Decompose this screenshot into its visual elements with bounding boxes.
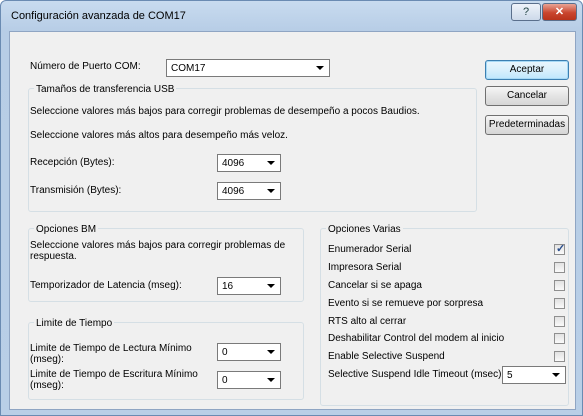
option-label-cancel-power-off: Cancelar si se apaga: [328, 280, 422, 291]
read-timeout-value: 0: [222, 347, 228, 358]
checkbox-serial-printer[interactable]: [554, 262, 565, 273]
write-timeout-label-unit: (mseg):: [30, 380, 64, 391]
dialog-window: Configuración avanzada de COM17 ? ✕ Núme…: [0, 0, 583, 416]
window-title: Configuración avanzada de COM17: [11, 10, 186, 22]
chevron-down-icon: [267, 378, 275, 382]
chevron-down-icon: [267, 350, 275, 354]
port-value: COM17: [171, 63, 206, 74]
chevron-down-icon: [267, 189, 275, 193]
defaults-button[interactable]: Predeterminadas: [485, 115, 569, 135]
bm-group-title: Opciones BM: [34, 224, 99, 235]
read-timeout-label: Limite de Tiempo de Lectura Mínimo: [30, 343, 192, 354]
close-icon: ✕: [554, 6, 565, 18]
checkbox-serial-enumerator[interactable]: ✓: [554, 243, 566, 255]
write-timeout-label: Limite de Tiempo de Escritura Mínimo: [30, 369, 198, 380]
help-button[interactable]: ?: [511, 3, 541, 21]
option-label-selective-suspend: Enable Selective Suspend: [328, 351, 445, 362]
idle-timeout-label: Selective Suspend Idle Timeout (msec):: [328, 369, 505, 380]
checkbox-disable-modem-ctrl[interactable]: [554, 333, 565, 344]
idle-timeout-value: 5: [507, 370, 513, 381]
latency-select[interactable]: 16: [217, 277, 281, 295]
idle-timeout-select[interactable]: 5: [502, 366, 566, 384]
bm-hint-line1: Seleccione valores más bajos para correg…: [30, 240, 286, 251]
title-bar: Configuración avanzada de COM17 ? ✕: [1, 1, 582, 31]
transmit-label: Transmisión (Bytes):: [30, 185, 122, 196]
close-button[interactable]: ✕: [542, 3, 577, 21]
checkbox-selective-suspend[interactable]: [554, 351, 565, 362]
transmit-value: 4096: [222, 186, 245, 197]
chevron-down-icon: [267, 161, 275, 165]
receive-select[interactable]: 4096: [217, 154, 281, 172]
write-timeout-value: 0: [222, 375, 228, 386]
checkbox-rts-high[interactable]: [554, 316, 565, 327]
misc-group-title: Opciones Varias: [326, 224, 403, 235]
bm-hint-line2: respuesta.: [30, 251, 77, 262]
usb-group-title: Tamaños de transferencia USB: [34, 84, 177, 95]
dialog-body: Número de Puerto COM: COM17 Aceptar Canc…: [9, 31, 576, 410]
receive-value: 4096: [222, 158, 245, 169]
transmit-select[interactable]: 4096: [217, 182, 281, 200]
chevron-down-icon: [267, 284, 275, 288]
checkbox-surprise-removal[interactable]: [554, 298, 565, 309]
accept-button[interactable]: Aceptar: [485, 60, 569, 80]
option-label-rts-high: RTS alto al cerrar: [328, 316, 407, 327]
latency-label: Temporizador de Latencia (mseg):: [30, 280, 182, 291]
chevron-down-icon: [316, 66, 324, 70]
chevron-down-icon: [552, 373, 560, 377]
read-timeout-select[interactable]: 0: [217, 343, 281, 361]
help-icon: ?: [522, 6, 530, 18]
cancel-button[interactable]: Cancelar: [485, 86, 569, 106]
option-label-serial-enumerator: Enumerador Serial: [328, 244, 412, 255]
timeouts-group-title: Limite de Tiempo: [34, 318, 115, 329]
write-timeout-select[interactable]: 0: [217, 371, 281, 389]
usb-hint-low: Seleccione valores más bajos para correg…: [30, 106, 420, 117]
check-icon: ✓: [556, 243, 566, 255]
option-label-serial-printer: Impresora Serial: [328, 262, 402, 273]
port-label: Número de Puerto COM:: [30, 61, 141, 72]
option-label-surprise-removal: Evento si se remueve por sorpresa: [328, 298, 484, 309]
checkbox-cancel-power-off[interactable]: [554, 280, 565, 291]
latency-value: 16: [222, 281, 234, 292]
read-timeout-label-unit: (mseg):: [30, 354, 64, 365]
receive-label: Recepción (Bytes):: [30, 157, 115, 168]
usb-hint-high: Seleccione valores más altos para desemp…: [30, 130, 288, 141]
option-label-disable-modem-ctrl: Deshabilitar Control del modem al inicio: [328, 333, 505, 344]
port-select[interactable]: COM17: [166, 59, 330, 77]
